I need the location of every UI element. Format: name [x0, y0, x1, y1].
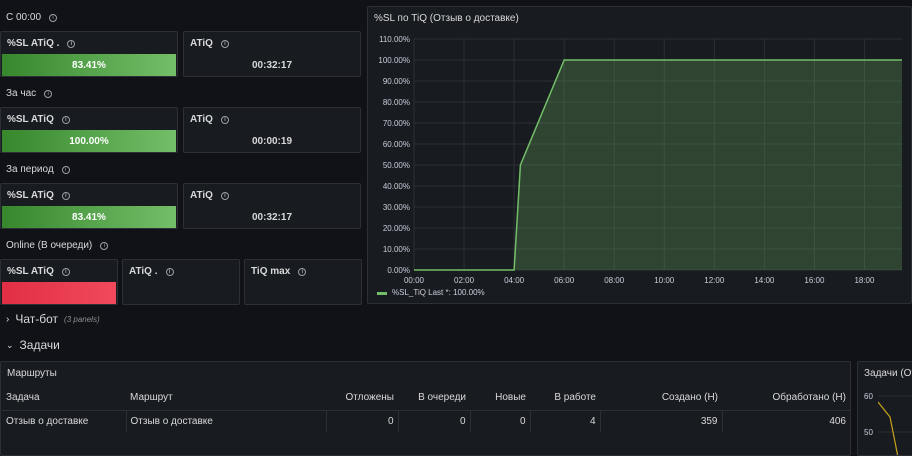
y-tick-label: 20.00%	[383, 224, 410, 233]
atiq-value: 00:32:17	[251, 60, 293, 71]
tasks-mini-panel[interactable]: Задачи (От 60 50	[857, 361, 912, 456]
col-in-work[interactable]: В работе	[530, 386, 600, 411]
atiq-value: 00:00:19	[251, 136, 293, 147]
x-tick-label: 18:00	[854, 276, 875, 285]
online-tiq-max-panel[interactable]: TiQ max i	[244, 259, 362, 305]
y-tick-label: 0.00%	[387, 266, 410, 275]
x-tick-label: 10:00	[654, 276, 675, 285]
info-icon[interactable]: i	[220, 115, 229, 124]
y-tick-label: 100.00%	[378, 56, 410, 65]
y-tick-label: 70.00%	[383, 119, 410, 128]
row-chatbot[interactable]: › Чат-бот (3 panels)	[6, 312, 100, 326]
x-tick-label: 02:00	[454, 276, 475, 285]
online-sl-gauge	[2, 282, 116, 304]
online-sl-panel[interactable]: %SL ATiQ i	[0, 259, 118, 305]
sl-gauge: 100.00%	[2, 130, 176, 152]
section-title-since-midnight: С 00:00 i	[6, 12, 58, 23]
sl-gauge: 83.41%	[2, 54, 176, 76]
x-tick-label: 06:00	[554, 276, 575, 285]
y-tick-label: 10.00%	[383, 245, 410, 254]
routes-table-panel[interactable]: Маршруты Задача Маршрут Отложены В очере…	[0, 361, 851, 456]
info-icon[interactable]: i	[61, 191, 70, 200]
chevron-down-icon: ⌄	[6, 339, 14, 350]
legend-swatch	[377, 292, 387, 295]
y-tick-label: 40.00%	[383, 182, 410, 191]
sl-gauge: 83.41%	[2, 206, 176, 228]
info-icon[interactable]: i	[100, 241, 109, 250]
info-icon[interactable]: i	[61, 115, 70, 124]
x-tick-label: 12:00	[704, 276, 725, 285]
mini-chart	[878, 395, 912, 455]
col-route[interactable]: Маршрут	[126, 386, 326, 411]
mini-ytick: 50	[864, 428, 873, 437]
sl-atiq-panel-2[interactable]: %SL ATiQ i 100.00%	[0, 107, 178, 153]
info-icon[interactable]: i	[165, 267, 174, 276]
col-processed[interactable]: Обработано (Н)	[722, 386, 850, 411]
col-postponed[interactable]: Отложены	[326, 386, 398, 411]
online-atiq-panel[interactable]: ATiQ .i	[122, 259, 240, 305]
atiq-value: 00:32:17	[251, 212, 293, 223]
x-tick-label: 14:00	[754, 276, 775, 285]
col-new[interactable]: Новые	[470, 386, 530, 411]
info-icon[interactable]: i	[49, 13, 58, 22]
y-tick-label: 110.00%	[379, 35, 410, 44]
chevron-right-icon: ›	[6, 313, 10, 325]
atiq-panel-3[interactable]: ATiQ i 00:32:17	[183, 183, 361, 229]
sl-atiq-panel-1[interactable]: %SL ATiQ .i 83.41%	[0, 31, 178, 77]
sl-atiq-panel-3[interactable]: %SL ATiQ i 83.41%	[0, 183, 178, 229]
x-tick-label: 08:00	[604, 276, 625, 285]
info-icon[interactable]: i	[44, 89, 53, 98]
section-title-hour: За час i	[6, 88, 53, 99]
atiq-panel-1[interactable]: ATiQ i 00:32:17	[183, 31, 361, 77]
col-task[interactable]: Задача	[2, 386, 126, 411]
info-icon[interactable]: i	[220, 39, 229, 48]
x-tick-label: 16:00	[804, 276, 825, 285]
y-tick-label: 30.00%	[383, 203, 410, 212]
table-title: Маршруты	[7, 368, 57, 379]
x-tick-label: 00:00	[404, 276, 425, 285]
table-row[interactable]: Отзыв о доставке Отзыв о доставке 0 0 0 …	[2, 410, 850, 432]
sl-tiq-chart: 0.00% 10.00% 20.00% 30.00% 40.00% 50.00% 60.00…	[377, 35, 902, 295]
routes-table: Задача Маршрут Отложены В очереди Новые …	[2, 386, 850, 432]
section-title-online: Online (В очереди) i	[6, 240, 109, 251]
col-created[interactable]: Создано (Н)	[600, 386, 722, 411]
atiq-panel-2[interactable]: ATiQ i 00:00:19	[183, 107, 361, 153]
row-tasks[interactable]: ⌄ Задачи	[6, 338, 60, 352]
info-icon[interactable]: i	[61, 267, 70, 276]
sl-tiq-chart-panel[interactable]: %SL по TiQ (Отзыв о доставке) 0.00% 10.00…	[367, 6, 912, 304]
info-icon[interactable]: i	[61, 165, 70, 174]
section-title-period: За период i	[6, 164, 70, 175]
mini-ytick: 60	[864, 392, 873, 401]
chart-legend[interactable]: %SL_TiQ Last *: 100.00%	[392, 288, 485, 297]
y-tick-label: 90.00%	[383, 77, 410, 86]
y-tick-label: 80.00%	[383, 98, 410, 107]
info-icon[interactable]: i	[298, 267, 307, 276]
mini-title: Задачи (От	[864, 368, 912, 379]
x-tick-label: 04:00	[504, 276, 525, 285]
y-tick-label: 50.00%	[383, 161, 410, 170]
info-icon[interactable]: i	[67, 39, 76, 48]
y-tick-label: 60.00%	[383, 140, 410, 149]
info-icon[interactable]: i	[220, 191, 229, 200]
col-queue[interactable]: В очереди	[398, 386, 470, 411]
